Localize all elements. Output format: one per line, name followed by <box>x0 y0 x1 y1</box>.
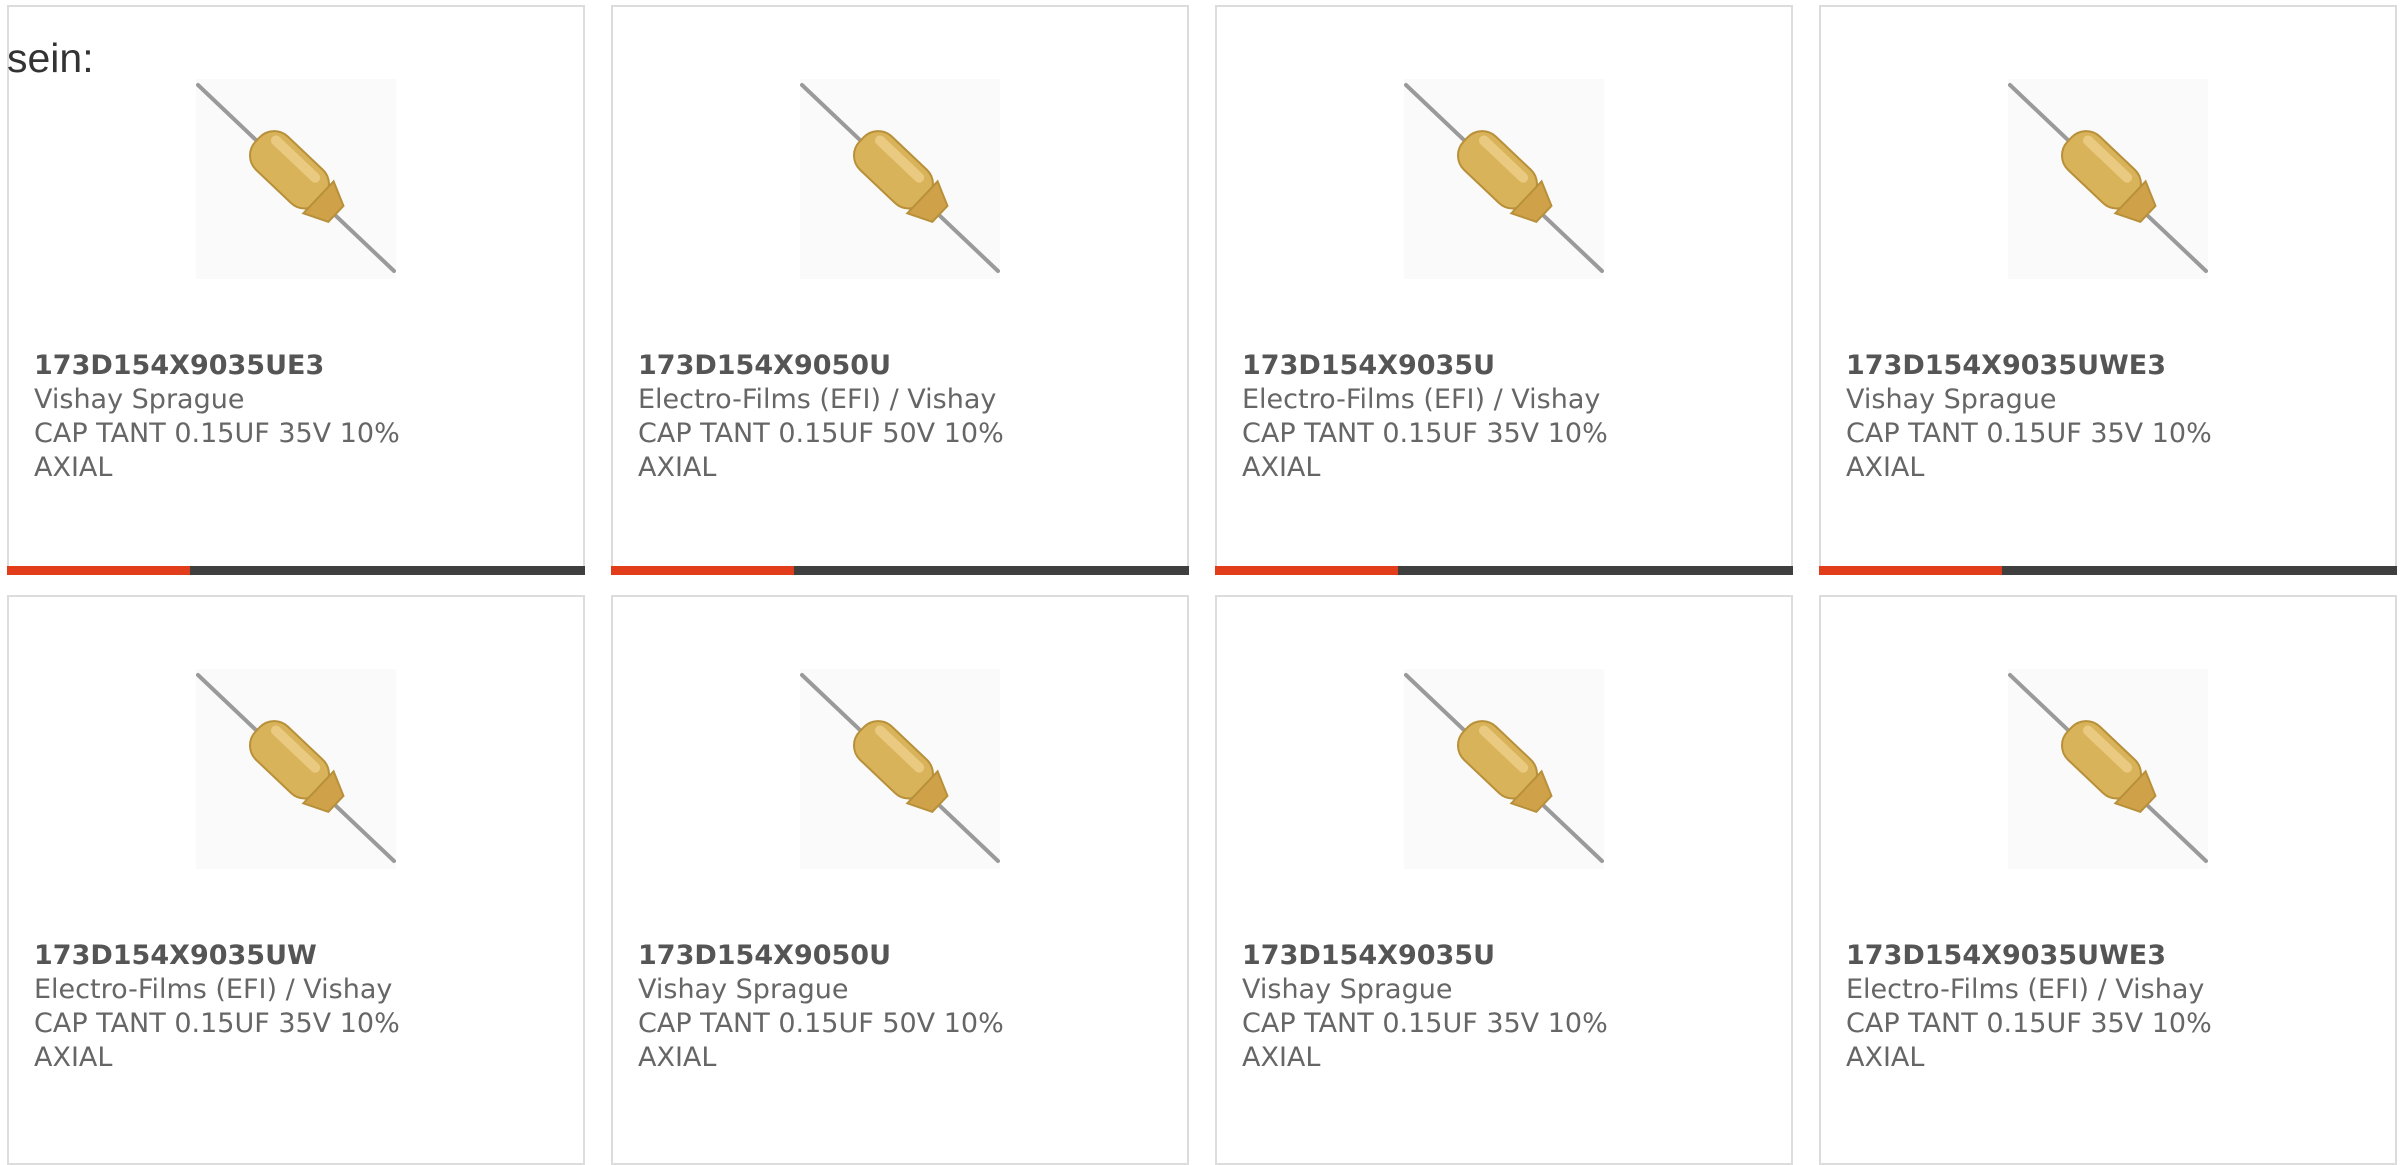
manufacturer: Vishay Sprague <box>1242 974 1453 1005</box>
description-line-1: CAP TANT 0.15UF 35V 10% <box>1846 1008 2212 1039</box>
intro-text: sein: <box>7 35 94 81</box>
product-info: 173D154X9035U Electro-Films (EFI) / Vish… <box>1242 349 1608 485</box>
description-line-1: CAP TANT 0.15UF 35V 10% <box>1846 418 2212 449</box>
description-line-2: AXIAL <box>1242 452 1321 483</box>
part-number[interactable]: 173D154X9035UWE3 <box>1846 939 2212 973</box>
manufacturer: Electro-Films (EFI) / Vishay <box>1846 974 2205 1005</box>
part-number[interactable]: 173D154X9035UE3 <box>34 349 400 383</box>
capacitor-image[interactable] <box>2008 79 2208 279</box>
manufacturer: Electro-Films (EFI) / Vishay <box>1242 384 1601 415</box>
description-line-2: AXIAL <box>34 1042 113 1073</box>
description-line-2: AXIAL <box>34 452 113 483</box>
product-card[interactable]: 173D154X9035UWE3 Electro-Films (EFI) / V… <box>1819 595 2397 1165</box>
description-line-1: CAP TANT 0.15UF 50V 10% <box>638 1008 1004 1039</box>
part-number[interactable]: 173D154X9035UWE3 <box>1846 349 2212 383</box>
manufacturer: Electro-Films (EFI) / Vishay <box>638 384 997 415</box>
capacitor-icon <box>2008 83 2208 273</box>
capacitor-image[interactable] <box>1404 669 1604 869</box>
accent-bar <box>7 566 190 575</box>
description-line-1: CAP TANT 0.15UF 50V 10% <box>638 418 1004 449</box>
description-line-2: AXIAL <box>638 1042 717 1073</box>
card-footer-bar <box>1215 566 1793 575</box>
card-footer-bar <box>611 566 1189 575</box>
product-card[interactable]: 173D154X9035UW Electro-Films (EFI) / Vis… <box>7 595 585 1165</box>
part-number[interactable]: 173D154X9035U <box>1242 939 1608 973</box>
product-card[interactable]: 173D154X9035UWE3 Vishay Sprague CAP TANT… <box>1819 5 2397 575</box>
capacitor-image[interactable] <box>196 79 396 279</box>
product-card[interactable]: 173D154X9050U Electro-Films (EFI) / Vish… <box>611 5 1189 575</box>
capacitor-image[interactable] <box>2008 669 2208 869</box>
description-line-1: CAP TANT 0.15UF 35V 10% <box>1242 418 1608 449</box>
capacitor-image[interactable] <box>800 669 1000 869</box>
part-number[interactable]: 173D154X9050U <box>638 939 1004 973</box>
capacitor-icon <box>2008 673 2208 863</box>
product-info: 173D154X9035UW Electro-Films (EFI) / Vis… <box>34 939 400 1075</box>
accent-bar <box>1215 566 1398 575</box>
product-info: 173D154X9050U Electro-Films (EFI) / Vish… <box>638 349 1004 485</box>
part-number[interactable]: 173D154X9035U <box>1242 349 1608 383</box>
product-card[interactable]: 173D154X9035U Vishay Sprague CAP TANT 0.… <box>1215 595 1793 1165</box>
manufacturer: Vishay Sprague <box>34 384 245 415</box>
description-line-1: CAP TANT 0.15UF 35V 10% <box>1242 1008 1608 1039</box>
description-line-2: AXIAL <box>638 452 717 483</box>
part-number[interactable]: 173D154X9035UW <box>34 939 400 973</box>
capacitor-image[interactable] <box>196 669 396 869</box>
description-line-2: AXIAL <box>1846 1042 1925 1073</box>
product-card[interactable]: 173D154X9035UE3 Vishay Sprague CAP TANT … <box>7 5 585 575</box>
manufacturer: Vishay Sprague <box>638 974 849 1005</box>
capacitor-icon <box>1404 673 1604 863</box>
product-card[interactable]: 173D154X9050U Vishay Sprague CAP TANT 0.… <box>611 595 1189 1165</box>
card-footer-bar <box>1819 566 2397 575</box>
capacitor-icon <box>800 83 1000 273</box>
capacitor-icon <box>800 673 1000 863</box>
capacitor-image[interactable] <box>800 79 1000 279</box>
manufacturer: Vishay Sprague <box>1846 384 2057 415</box>
capacitor-icon <box>196 83 396 273</box>
capacitor-image[interactable] <box>1404 79 1604 279</box>
description-line-1: CAP TANT 0.15UF 35V 10% <box>34 418 400 449</box>
description-line-1: CAP TANT 0.15UF 35V 10% <box>34 1008 400 1039</box>
product-info: 173D154X9035U Vishay Sprague CAP TANT 0.… <box>1242 939 1608 1075</box>
product-card[interactable]: 173D154X9035U Electro-Films (EFI) / Vish… <box>1215 5 1793 575</box>
product-info: 173D154X9035UWE3 Electro-Films (EFI) / V… <box>1846 939 2212 1075</box>
manufacturer: Electro-Films (EFI) / Vishay <box>34 974 393 1005</box>
description-line-2: AXIAL <box>1846 452 1925 483</box>
product-info: 173D154X9035UWE3 Vishay Sprague CAP TANT… <box>1846 349 2212 485</box>
accent-bar <box>611 566 794 575</box>
product-grid: 173D154X9035UE3 Vishay Sprague CAP TANT … <box>0 0 2400 1165</box>
product-info: 173D154X9050U Vishay Sprague CAP TANT 0.… <box>638 939 1004 1075</box>
description-line-2: AXIAL <box>1242 1042 1321 1073</box>
product-info: 173D154X9035UE3 Vishay Sprague CAP TANT … <box>34 349 400 485</box>
accent-bar <box>1819 566 2002 575</box>
part-number[interactable]: 173D154X9050U <box>638 349 1004 383</box>
capacitor-icon <box>196 673 396 863</box>
capacitor-icon <box>1404 83 1604 273</box>
card-footer-bar <box>7 566 585 575</box>
